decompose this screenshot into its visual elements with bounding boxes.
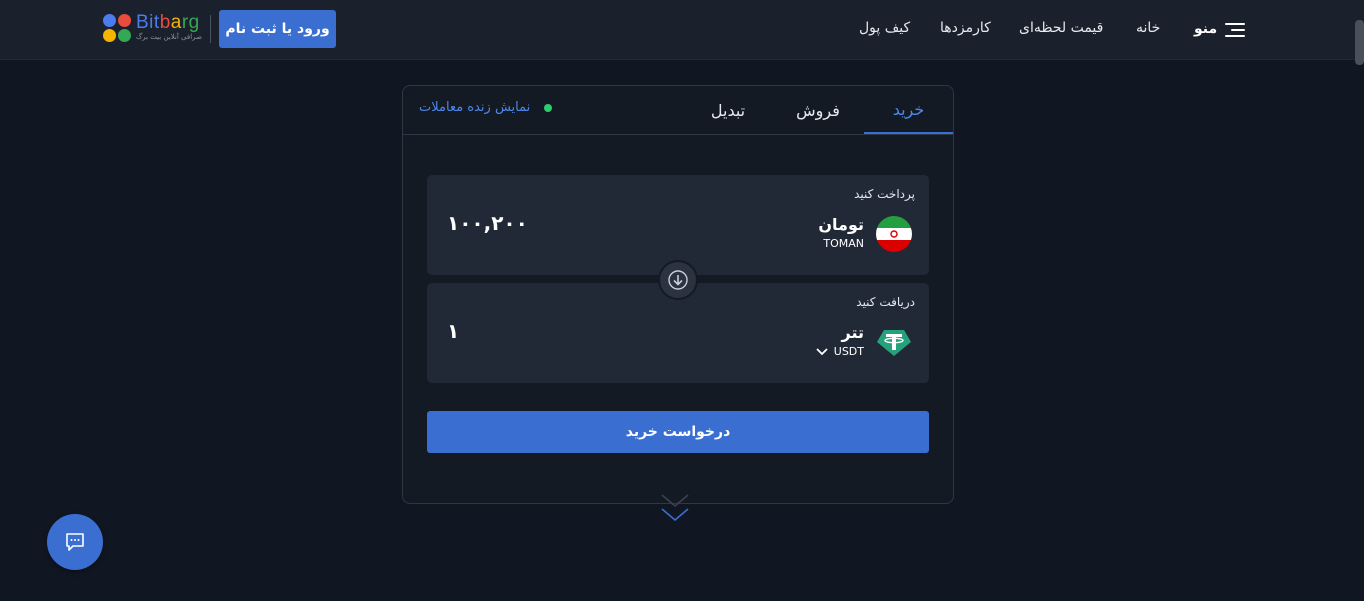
chevron-down-icon [816,347,828,355]
swap-direction-button[interactable] [658,260,698,300]
nav-wallet-link[interactable]: کیف پول [859,20,910,36]
nav-live-price-link[interactable]: قیمت لحظه‌ای [1019,20,1103,36]
receive-currency-code: USDT [833,345,864,358]
menu-button[interactable]: منو [1194,18,1246,40]
logo-wordmark: Bitbarg [136,12,200,33]
receive-amount-input[interactable]: ۱ [447,319,459,343]
pay-amount-input[interactable]: ۱۰۰,۲۰۰ [447,211,528,235]
logo-tagline: صرافی آنلاین بیت برگ [136,33,202,41]
tether-icon [877,330,911,356]
live-trades-link[interactable]: نمایش زنده معاملات [419,100,553,115]
trade-tabs: خرید فروش تبدیل نمایش زنده معاملات [403,86,953,135]
nav-fees-link[interactable]: کارمزدها [940,20,991,36]
logo-divider [210,15,211,43]
live-status-dot [544,103,553,112]
pay-label: پرداخت کنید [854,187,915,201]
hamburger-icon [1225,21,1246,37]
trade-card: خرید فروش تبدیل نمایش زنده معاملات پرداخ… [402,85,954,504]
tab-buy[interactable]: خرید [864,86,953,134]
pay-currency-name: تومان [818,215,864,234]
receive-currency-selector[interactable]: USDT [816,345,864,358]
support-chat-button[interactable] [47,514,103,570]
live-trades-label: نمایش زنده معاملات [419,100,531,115]
logo-dots-icon [102,13,132,43]
bitbarg-logo[interactable]: Bitbarg صرافی آنلاین بیت برگ [102,12,202,45]
pay-currency-code: TOMAN [823,237,864,250]
arrow-down-icon [668,270,688,290]
tab-convert[interactable]: تبدیل [693,86,763,134]
tab-sell[interactable]: فروش [779,86,857,134]
login-register-button[interactable]: ورود یا ثبت نام [219,10,336,48]
receive-label: دریافت کنید [856,295,915,309]
scroll-down-chevron-icon[interactable] [660,493,690,523]
nav-home-link[interactable]: خانه [1136,20,1160,36]
buy-request-button[interactable]: درخواست خرید [427,411,929,453]
iran-flag-icon [876,216,912,252]
top-header: منو خانه قیمت لحظه‌ای کارمزدها کیف پول و… [0,0,1364,60]
chat-icon [66,533,84,551]
page-scrollbar[interactable] [1355,20,1364,65]
menu-label: منو [1194,21,1218,37]
receive-currency-name: تتر [841,323,865,342]
